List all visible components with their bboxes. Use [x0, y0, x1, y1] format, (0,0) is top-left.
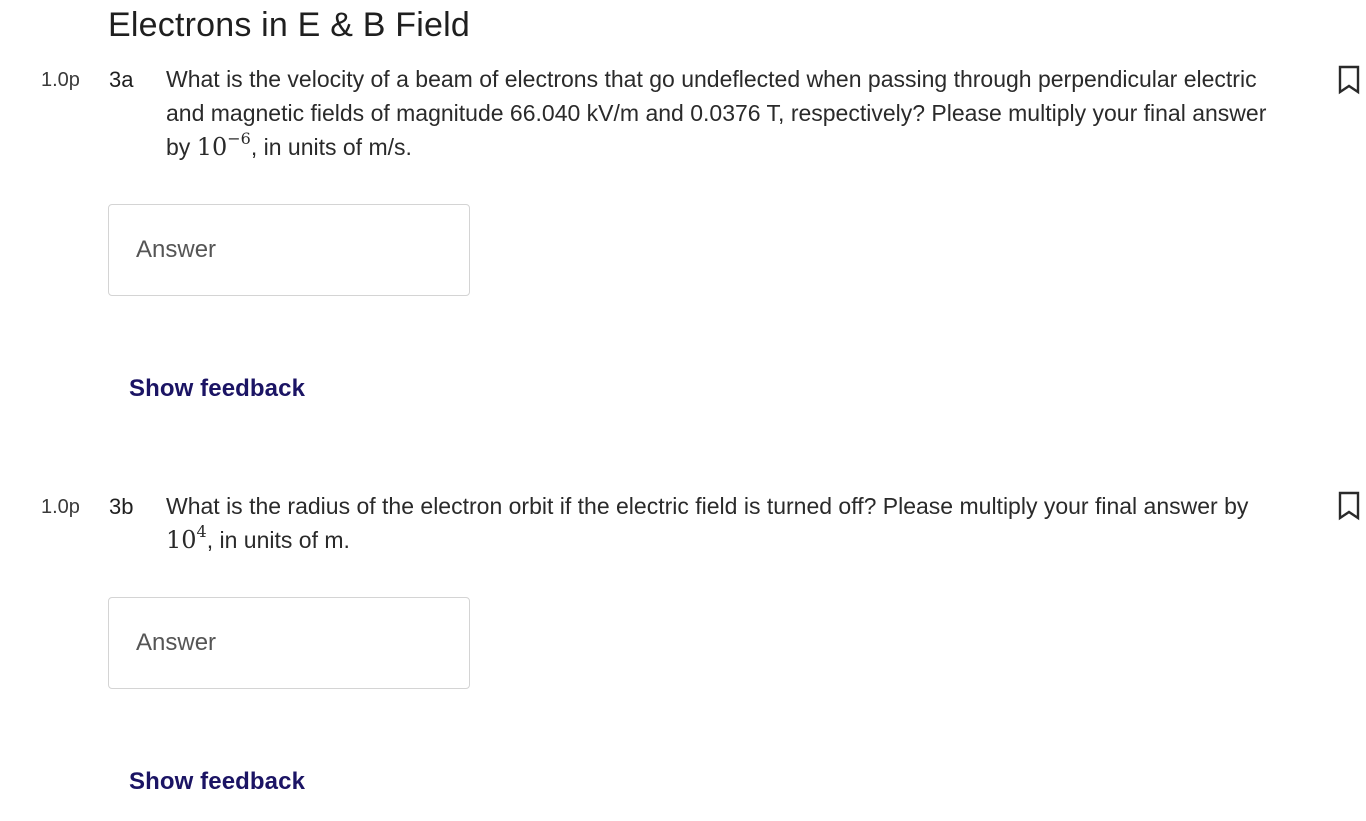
question-text-part: , in units of m/s.	[250, 134, 412, 160]
math-exponent: −6	[227, 129, 251, 148]
show-feedback-link[interactable]: Show feedback	[129, 768, 305, 796]
quiz-page: Electrons in E & B Field 1.0p 3a What is…	[0, 0, 1366, 821]
answer-field[interactable]	[108, 204, 470, 296]
math-base: 10	[166, 526, 197, 554]
question-number: 3a	[109, 67, 134, 92]
question-text-part: What is the radius of the electron orbit…	[166, 493, 1249, 519]
question-points: 1.0p	[41, 496, 80, 518]
question-text-part: , in units of m.	[206, 527, 350, 553]
show-feedback-link[interactable]: Show feedback	[129, 375, 305, 403]
bookmark-icon[interactable]	[1338, 65, 1360, 95]
math-power: 104	[166, 524, 207, 555]
question-number: 3b	[109, 494, 134, 519]
bookmark-icon[interactable]	[1338, 491, 1360, 521]
math-power: 10−6	[196, 131, 251, 162]
answer-input[interactable]	[109, 598, 469, 688]
question-text: What is the radius of the electron orbit…	[166, 489, 1286, 557]
page-title: Electrons in E & B Field	[108, 6, 470, 44]
answer-field[interactable]	[108, 597, 470, 689]
math-base: 10	[196, 133, 228, 161]
answer-input[interactable]	[109, 205, 469, 295]
question-points: 1.0p	[41, 69, 80, 91]
math-exponent: 4	[196, 522, 207, 541]
question-text: What is the velocity of a beam of electr…	[166, 62, 1286, 164]
